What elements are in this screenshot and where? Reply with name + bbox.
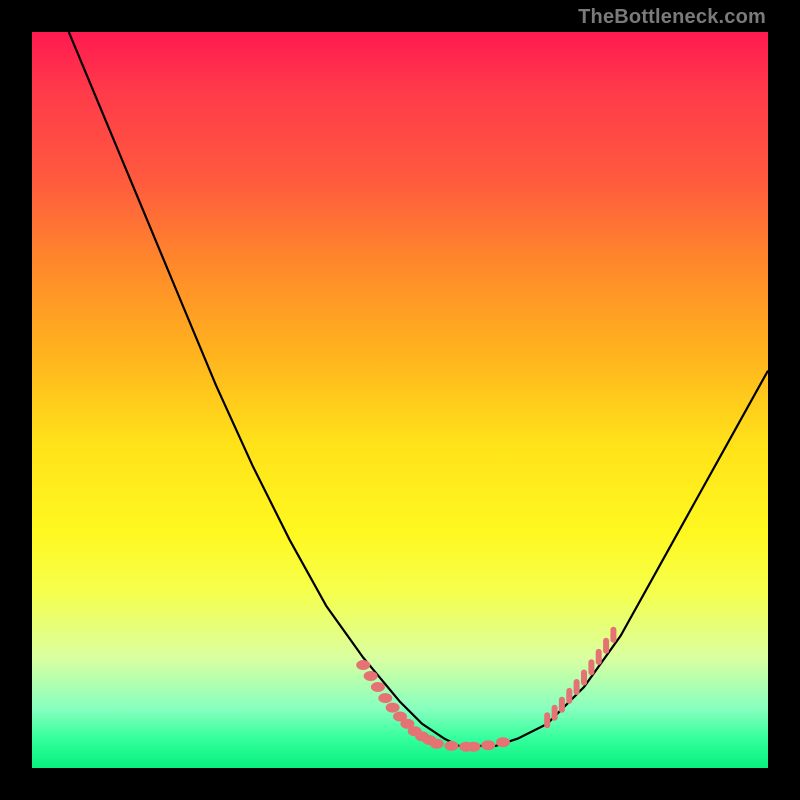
scatter-bar (588, 659, 594, 675)
scatter-dot (371, 682, 385, 692)
scatter-bar (581, 670, 587, 686)
scatter-dot (430, 739, 444, 749)
scatter-points (356, 627, 616, 752)
scatter-dot (496, 737, 510, 747)
scatter-bar (603, 638, 609, 654)
scatter-bar (566, 688, 572, 704)
scatter-dot (378, 693, 392, 703)
scatter-dot (481, 740, 495, 750)
bottleneck-curve (69, 32, 768, 746)
scatter-bar (610, 627, 616, 643)
scatter-dot (386, 703, 400, 713)
scatter-dot (467, 742, 481, 752)
scatter-dot (356, 660, 370, 670)
scatter-dot (364, 671, 378, 681)
curve-layer (32, 32, 768, 768)
scatter-bar (596, 649, 602, 665)
scatter-bar (574, 679, 580, 695)
watermark-text: TheBottleneck.com (578, 6, 766, 29)
scatter-bar (544, 712, 550, 728)
plot-area (32, 32, 768, 768)
scatter-bar (552, 705, 558, 721)
scatter-dot (445, 741, 459, 751)
chart-frame: TheBottleneck.com (0, 0, 800, 800)
scatter-bar (559, 697, 565, 713)
